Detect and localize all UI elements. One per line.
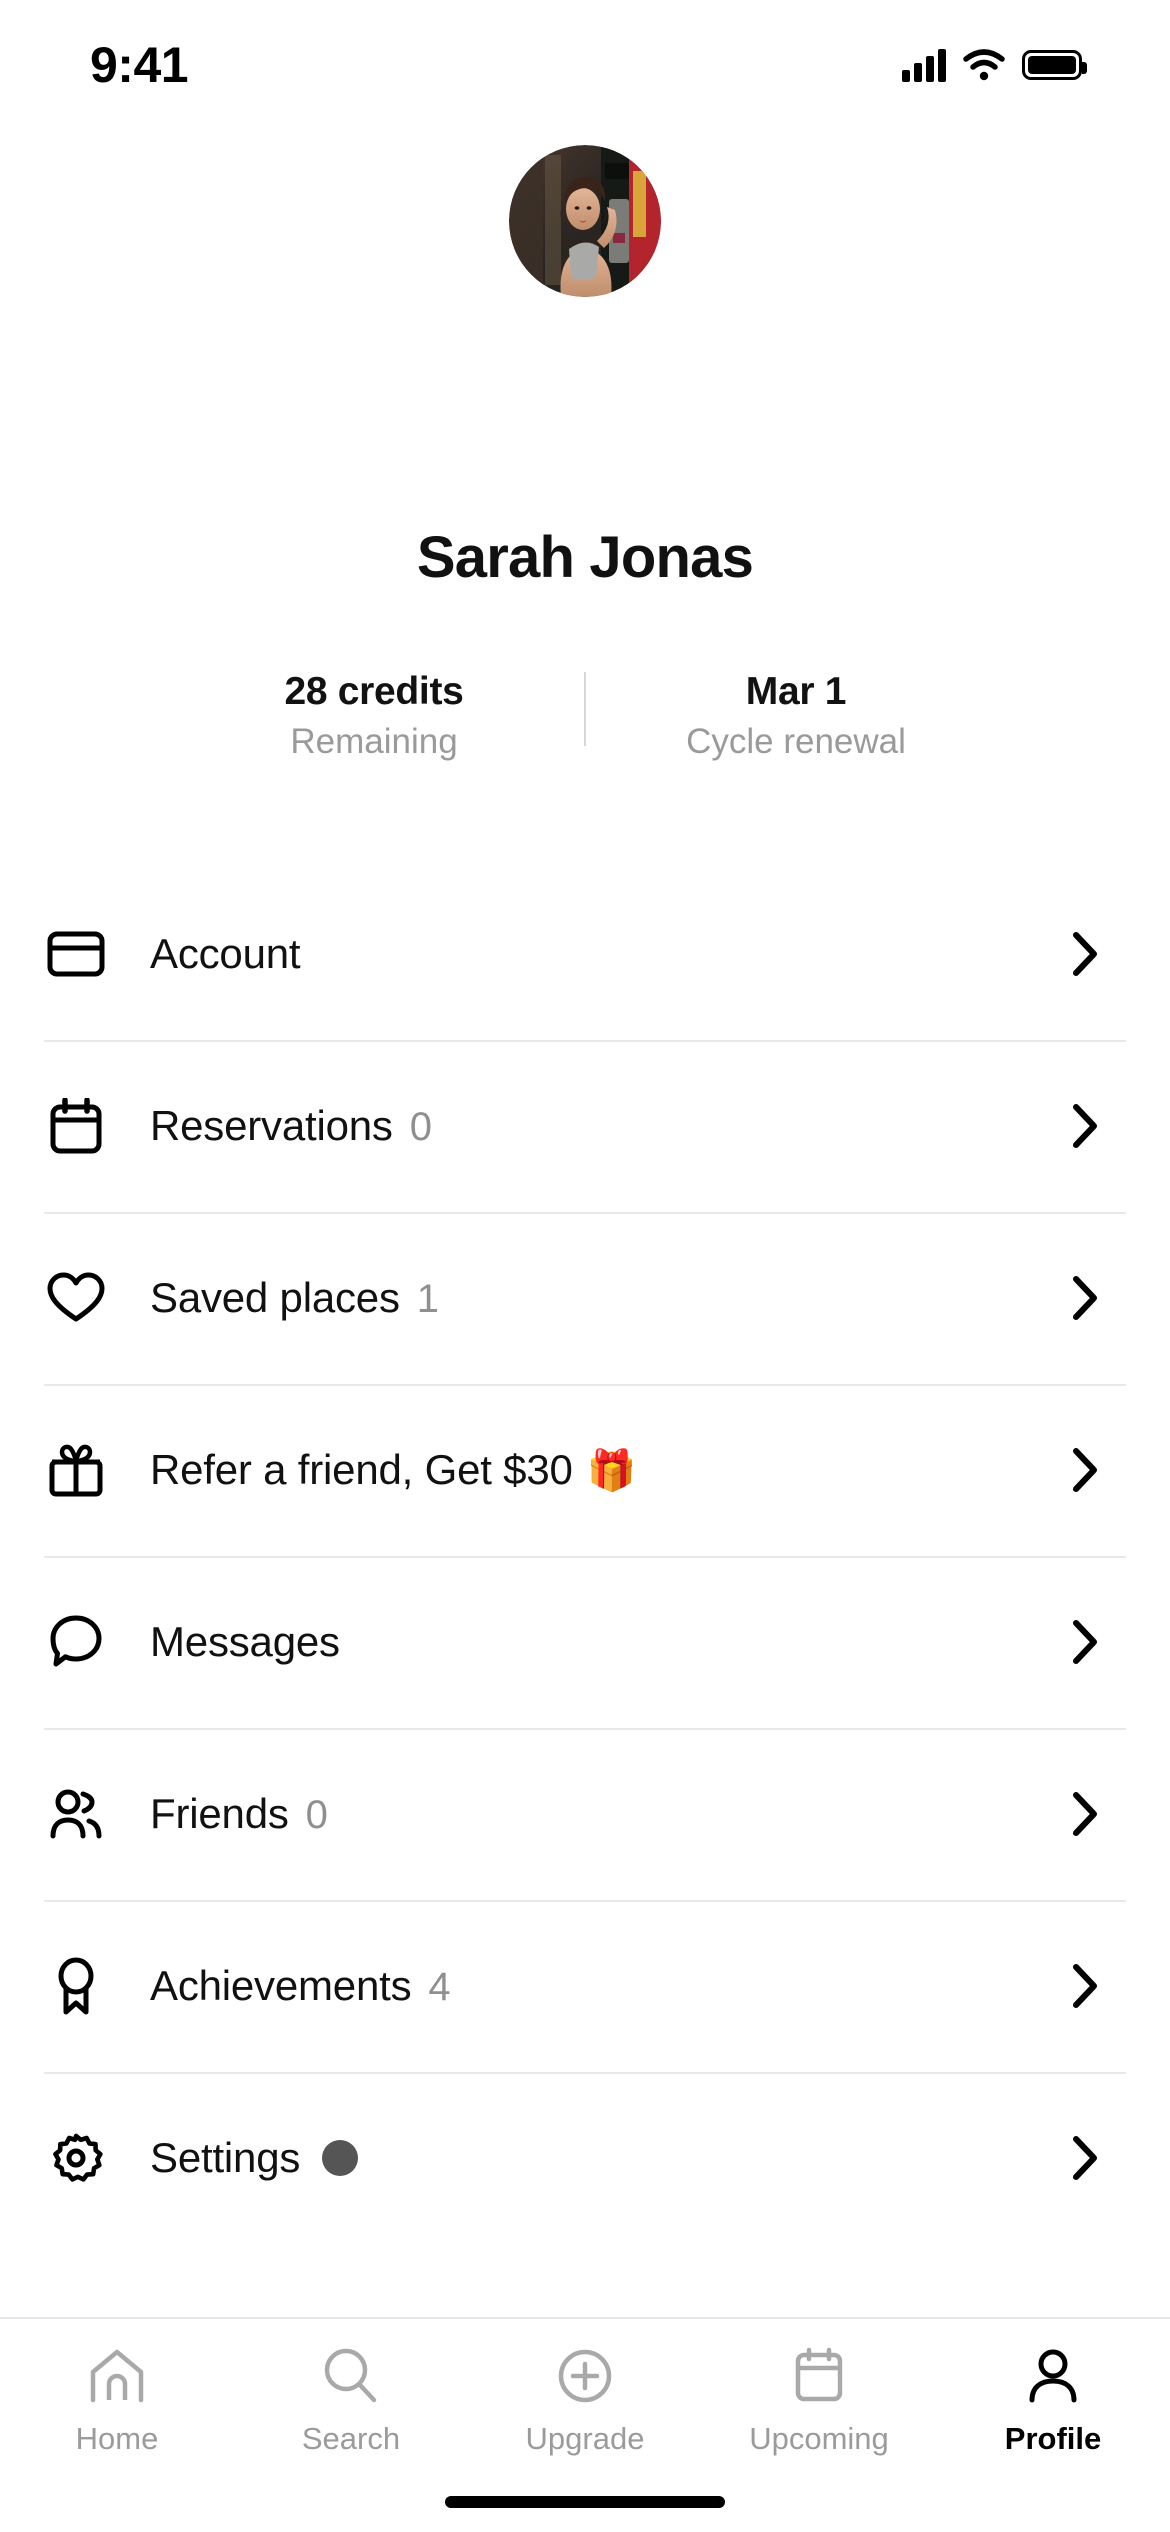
menu-item-reservations[interactable]: Reservations 0 — [0, 1040, 1170, 1212]
signal-bars-icon — [902, 48, 946, 82]
menu-item-count: 0 — [409, 1105, 432, 1149]
stat-credits: 28 credits Remaining — [164, 668, 584, 768]
gift-icon — [44, 1438, 108, 1502]
menu-item-refer-a-friend[interactable]: Refer a friend, Get $30 🎁 — [0, 1384, 1170, 1556]
menu-item-text: Friends 0 — [150, 1790, 1070, 1838]
tab-label: Search — [301, 2421, 401, 2456]
menu-item-count: 0 — [305, 1793, 328, 1837]
menu-item-achievements[interactable]: Achievements 4 — [0, 1900, 1170, 2072]
stats-row: 28 credits Remaining Mar 1 Cycle renewal — [0, 668, 1170, 778]
chevron-right-icon[interactable] — [1070, 2134, 1100, 2182]
home-icon — [87, 2345, 147, 2407]
stat-renewal: Mar 1 Cycle renewal — [586, 668, 1006, 768]
menu-item-settings[interactable]: Settings — [0, 2072, 1170, 2244]
menu-item-text: Account — [150, 930, 1070, 978]
gear-icon — [44, 2126, 108, 2190]
chevron-right-icon[interactable] — [1070, 1274, 1100, 1322]
menu-item-text: Reservations 0 — [150, 1102, 1070, 1150]
status-bar: 9:41 — [0, 0, 1170, 116]
menu-item-account[interactable]: Account — [0, 868, 1170, 1040]
credit-card-icon — [44, 922, 108, 986]
chevron-right-icon[interactable] — [1070, 1790, 1100, 1838]
avatar[interactable] — [509, 145, 661, 297]
menu-item-text: Achievements 4 — [150, 1962, 1070, 2010]
menu-item-text: Settings — [150, 2134, 1070, 2182]
status-indicators — [902, 48, 1087, 82]
avatar-photo — [509, 145, 661, 297]
chevron-right-icon[interactable] — [1070, 1446, 1100, 1494]
menu-item-text: Messages — [150, 1618, 1070, 1666]
status-time: 9:41 — [90, 37, 189, 93]
menu-item-count: 1 — [416, 1277, 440, 1321]
tab-profile[interactable]: Profile — [936, 2345, 1170, 2457]
search-icon — [322, 2345, 380, 2407]
battery-full-icon — [1022, 50, 1087, 80]
heart-icon — [44, 1266, 108, 1330]
menu-item-friends[interactable]: Friends 0 — [0, 1728, 1170, 1900]
calendar-icon — [44, 1094, 108, 1158]
tab-label: Profile — [1004, 2421, 1102, 2456]
gift-emoji: 🎁 — [586, 1449, 637, 1493]
menu-item-saved-places[interactable]: Saved places 1 — [0, 1212, 1170, 1384]
profile-screen: 9:41 Sarah Jonas 28 credits Remaining Ma… — [0, 0, 1170, 2532]
tab-home[interactable]: Home — [0, 2345, 234, 2457]
status-badge — [322, 2140, 359, 2176]
home-indicator[interactable] — [445, 2496, 725, 2508]
chevron-right-icon[interactable] — [1070, 1962, 1100, 2010]
stat-renewal-value: Mar 1 — [745, 670, 847, 713]
menu-list: Account Reservations 0 Saved places 1 Re… — [0, 868, 1170, 2244]
wifi-icon — [963, 49, 1005, 81]
page-title: Sarah Jonas — [416, 525, 754, 590]
menu-item-label: Reservations — [150, 1102, 393, 1149]
calendar-icon — [792, 2345, 846, 2407]
plus-circle-icon — [556, 2345, 614, 2407]
tab-upcoming[interactable]: Upcoming — [702, 2345, 936, 2457]
menu-item-text: Saved places 1 — [150, 1274, 1070, 1322]
stat-renewal-label: Cycle renewal — [686, 722, 906, 761]
stat-credits-label: Remaining — [290, 722, 458, 761]
tab-search[interactable]: Search — [234, 2345, 468, 2457]
menu-item-label: Settings — [150, 2134, 301, 2181]
chat-bubble-icon — [44, 1610, 108, 1674]
award-icon — [44, 1954, 108, 2018]
tab-upgrade[interactable]: Upgrade — [468, 2345, 702, 2457]
menu-item-label: Achievements — [150, 1962, 412, 2009]
menu-item-label: Messages — [150, 1618, 340, 1665]
people-icon — [44, 1782, 108, 1846]
menu-item-text: Refer a friend, Get $30 🎁 — [150, 1446, 1070, 1494]
chevron-right-icon[interactable] — [1070, 1102, 1100, 1150]
menu-item-messages[interactable]: Messages — [0, 1556, 1170, 1728]
tab-label: Home — [75, 2421, 159, 2456]
menu-item-label: Account — [150, 930, 301, 977]
tab-label: Upcoming — [749, 2421, 889, 2456]
menu-item-label: Friends — [150, 1790, 289, 1837]
menu-item-label: Refer a friend, Get $30 — [150, 1446, 573, 1493]
person-icon — [1025, 2345, 1081, 2407]
chevron-right-icon[interactable] — [1070, 930, 1100, 978]
chevron-right-icon[interactable] — [1070, 1618, 1100, 1666]
menu-item-label: Saved places — [150, 1274, 400, 1321]
stat-credits-value: 28 credits — [284, 670, 464, 713]
tab-label: Upgrade — [525, 2421, 645, 2456]
menu-item-count: 4 — [428, 1965, 451, 2009]
